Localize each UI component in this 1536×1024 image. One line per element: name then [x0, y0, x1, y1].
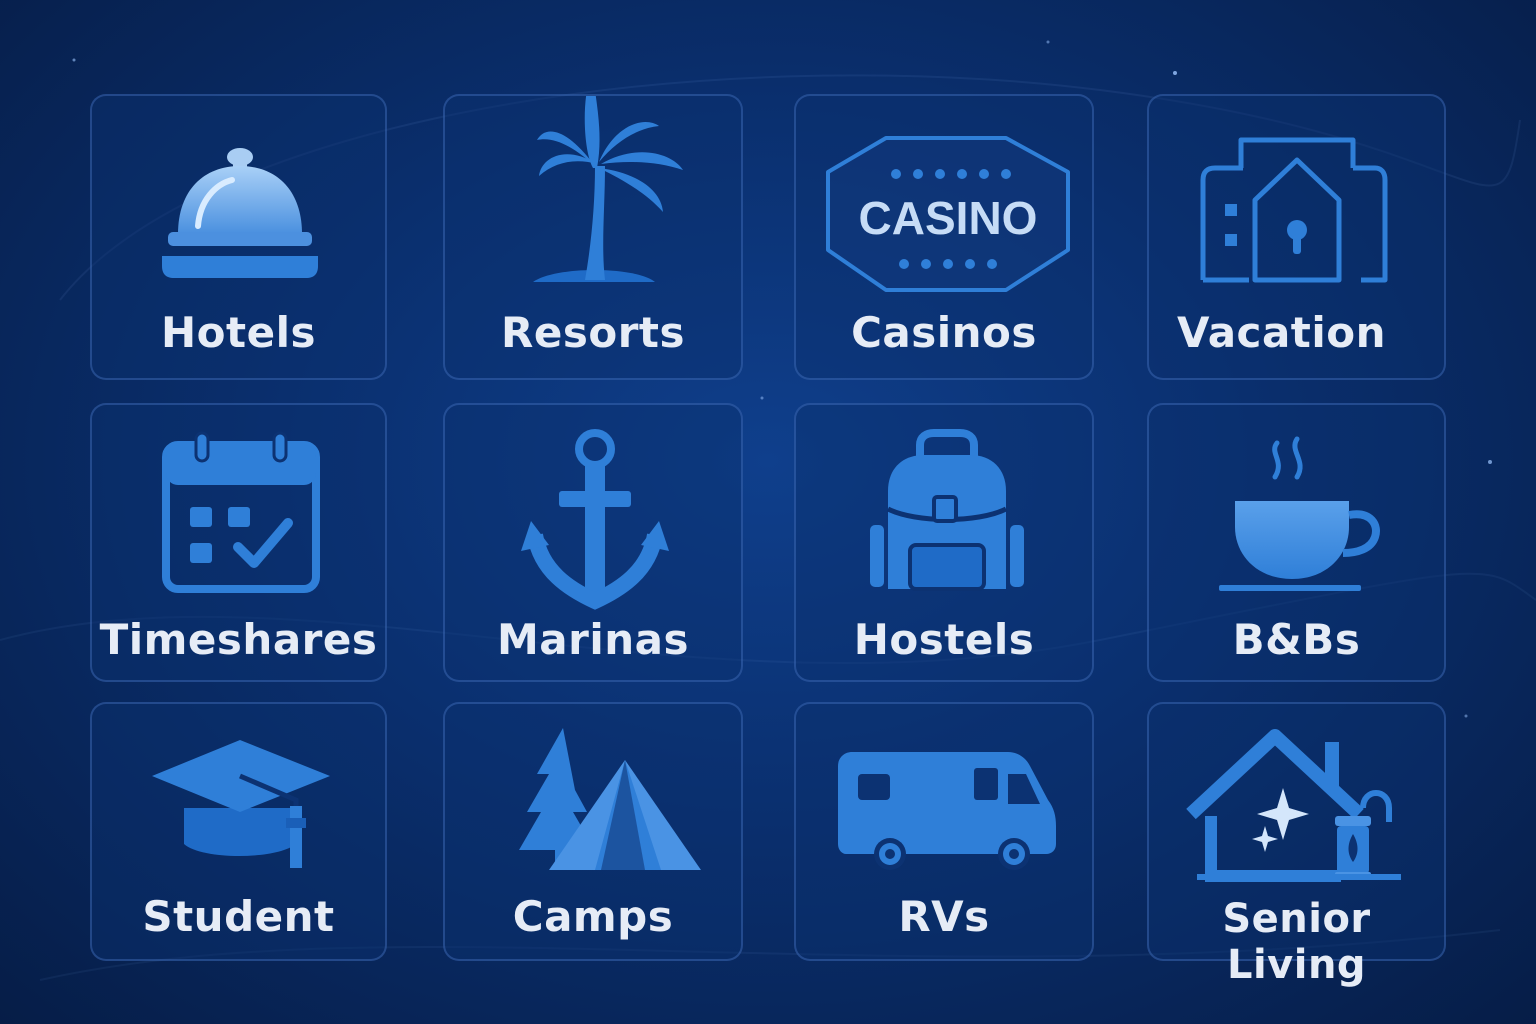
category-label: Marinas [497, 615, 689, 664]
category-label: Hotels [161, 308, 316, 357]
category-label: Resorts [501, 308, 685, 357]
category-tile-bnbs[interactable]: B&Bs [1147, 403, 1446, 682]
category-tile-resorts[interactable]: Resorts [443, 94, 743, 380]
casino-sign-text: CASINO [859, 192, 1038, 244]
category-tile-student[interactable]: Student [90, 702, 387, 961]
category-tile-hostels[interactable]: Hostels [794, 403, 1094, 682]
category-tile-timeshares[interactable]: Timeshares [90, 403, 387, 682]
category-label: Student [142, 892, 335, 941]
category-label: Casinos [851, 308, 1037, 357]
category-tile-rvs[interactable]: RVs [794, 702, 1094, 961]
category-label: Vacation [1177, 308, 1387, 357]
category-tile-vacation[interactable]: Vacation [1147, 94, 1446, 380]
category-label: B&Bs [1232, 615, 1361, 664]
category-tile-marinas[interactable]: Marinas [443, 403, 743, 682]
category-tile-senior-living[interactable]: Senior Living [1147, 702, 1446, 988]
category-label: Senior Living [1222, 896, 1371, 988]
category-label: RVs [898, 892, 990, 941]
category-tile-casinos[interactable]: CASINO Casinos [794, 94, 1094, 380]
category-label: Timeshares [99, 615, 378, 664]
category-tile-hotels[interactable]: Hotels [90, 94, 387, 380]
category-label: Hostels [853, 615, 1035, 664]
category-label: Camps [512, 892, 674, 941]
category-tile-camps[interactable]: Camps [443, 702, 743, 961]
